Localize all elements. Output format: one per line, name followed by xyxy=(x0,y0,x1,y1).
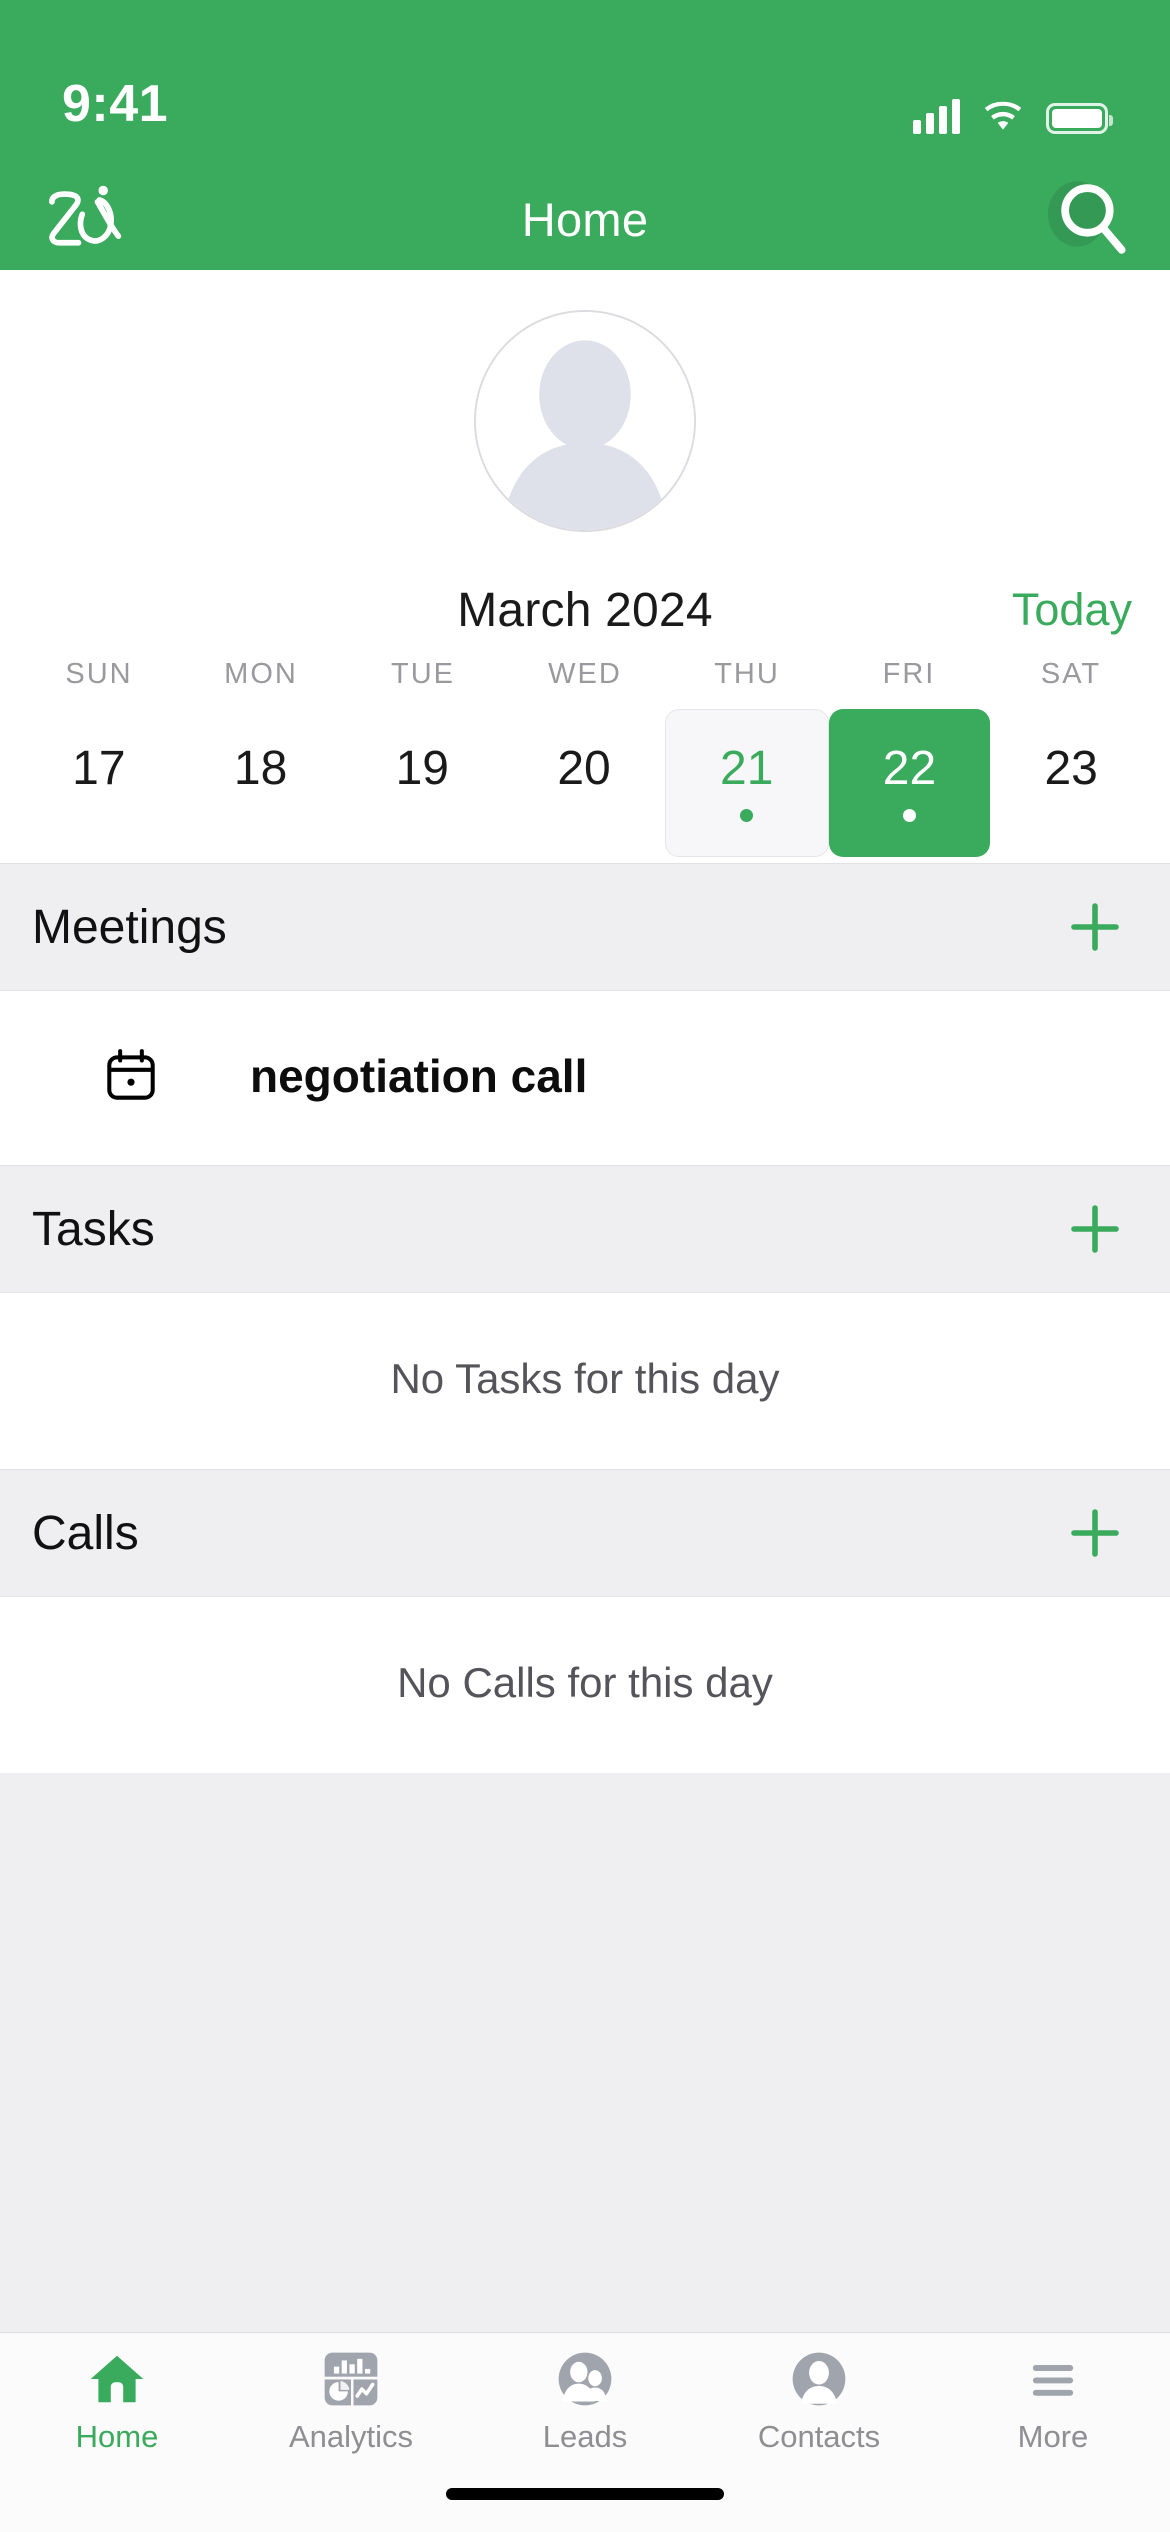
calendar-month-row: March 2024 Today xyxy=(0,570,1170,650)
plus-icon xyxy=(1071,903,1119,951)
search-icon[interactable] xyxy=(1036,176,1132,262)
calendar-month-label: March 2024 xyxy=(457,583,713,637)
home-indicator[interactable] xyxy=(446,2488,724,2500)
content-filler xyxy=(0,1773,1170,2332)
calendar-day-cell[interactable]: 18 xyxy=(180,709,342,857)
list-item[interactable]: negotiation call xyxy=(0,991,1170,1165)
status-bar-time: 9:41 xyxy=(62,75,169,133)
calendar-day-cell-today[interactable]: 21 xyxy=(664,709,829,857)
navigation-bar: Home xyxy=(0,168,1170,270)
avatar[interactable] xyxy=(474,310,696,532)
avatar-container xyxy=(0,310,1170,532)
calendar-day-dot xyxy=(740,808,754,822)
tab-leads[interactable]: Leads xyxy=(468,2347,702,2455)
tab-home[interactable]: Home xyxy=(0,2347,234,2455)
add-call-button[interactable] xyxy=(1060,1498,1130,1568)
calendar-day-dot xyxy=(92,809,105,822)
calendar-day-number: 18 xyxy=(233,741,288,795)
weekday-label: TUE xyxy=(391,658,455,690)
add-meeting-button[interactable] xyxy=(1060,892,1130,962)
calendar-weekday-row: SUN MON TUE WED THU FRI SAT xyxy=(0,658,1170,691)
section-header-meetings: Meetings xyxy=(0,863,1170,991)
weekday-label: SUN xyxy=(65,658,133,690)
section-body-meetings: negotiation call xyxy=(0,991,1170,1165)
home-indicator-area xyxy=(0,2474,1170,2532)
plus-icon xyxy=(1071,1509,1119,1557)
calendar-day-cell[interactable]: 23 xyxy=(990,709,1152,857)
tab-label: Leads xyxy=(542,2419,628,2454)
section-header-calls: Calls xyxy=(0,1469,1170,1597)
hamburger-menu-icon xyxy=(1022,2347,1084,2411)
main-content: March 2024 Today SUN MON TUE WED THU FRI… xyxy=(0,270,1170,2332)
calendar-day-dot xyxy=(578,809,591,822)
calendar-day-cell-selected[interactable]: 22 xyxy=(828,709,991,857)
plus-icon xyxy=(1071,1205,1119,1253)
leads-icon xyxy=(554,2347,616,2411)
calendar-card: March 2024 Today SUN MON TUE WED THU FRI… xyxy=(0,270,1170,863)
wifi-icon xyxy=(984,101,1022,130)
home-icon xyxy=(86,2347,148,2411)
calendar-day-dot xyxy=(416,809,429,822)
calendar-day-dot xyxy=(254,809,267,822)
weekday-label: THU xyxy=(714,658,780,690)
calls-empty-message: No Calls for this day xyxy=(397,1659,773,1706)
calendar-day-dot xyxy=(902,808,916,822)
tasks-empty-message: No Tasks for this day xyxy=(390,1355,780,1402)
tab-more[interactable]: More xyxy=(936,2347,1170,2455)
tab-contacts[interactable]: Contacts xyxy=(702,2347,936,2455)
analytics-icon xyxy=(320,2347,382,2411)
calendar-day-cell[interactable]: 19 xyxy=(341,709,503,857)
tab-label: More xyxy=(1017,2419,1089,2454)
app-screen: 9:41 Home March 2024 Today SUN MON TUE W… xyxy=(0,0,1170,2532)
section-title-meetings: Meetings xyxy=(32,900,227,954)
calendar-day-number: 22 xyxy=(882,741,937,795)
calendar-day-number: 20 xyxy=(557,741,611,795)
calendar-day-number: 17 xyxy=(72,741,126,795)
calendar-day-number: 23 xyxy=(1044,741,1098,795)
status-bar-icons xyxy=(913,98,1113,134)
section-title-calls: Calls xyxy=(32,1506,139,1560)
calendar-day-number: 21 xyxy=(720,741,774,795)
calendar-day-cell[interactable]: 20 xyxy=(503,709,665,857)
section-body-tasks: No Tasks for this day xyxy=(0,1293,1170,1469)
bottom-tab-bar: Home Analytics Leads Contacts More xyxy=(0,2332,1170,2474)
section-title-tasks: Tasks xyxy=(32,1202,155,1256)
tab-label: Home xyxy=(75,2419,159,2454)
tab-analytics[interactable]: Analytics xyxy=(234,2347,468,2455)
contacts-icon xyxy=(788,2347,850,2411)
section-header-tasks: Tasks xyxy=(0,1165,1170,1293)
cellular-signal-icon xyxy=(913,98,960,134)
today-button[interactable]: Today xyxy=(1012,584,1132,636)
section-body-calls: No Calls for this day xyxy=(0,1597,1170,1773)
status-bar: 9:41 xyxy=(0,0,1170,168)
battery-icon xyxy=(1046,103,1113,134)
weekday-label: SAT xyxy=(1040,658,1102,690)
tab-label: Contacts xyxy=(757,2419,881,2454)
user-avatar-placeholder-icon xyxy=(476,312,694,530)
weekday-label: WED xyxy=(548,658,622,690)
page-title: Home xyxy=(521,192,649,246)
calendar-day-cell[interactable]: 17 xyxy=(18,709,180,857)
calendar-day-dot xyxy=(1065,809,1078,822)
add-task-button[interactable] xyxy=(1060,1194,1130,1264)
meeting-title: negotiation call xyxy=(250,1050,588,1102)
tab-label: Analytics xyxy=(288,2419,414,2454)
calendar-event-icon xyxy=(107,1049,155,1100)
weekday-label: FRI xyxy=(882,658,936,690)
calendar-day-number: 19 xyxy=(395,741,449,795)
calendar-date-row: 17 18 19 20 21 22 23 xyxy=(0,709,1170,863)
weekday-label: MON xyxy=(224,658,298,690)
zia-logo-icon[interactable] xyxy=(40,181,136,257)
